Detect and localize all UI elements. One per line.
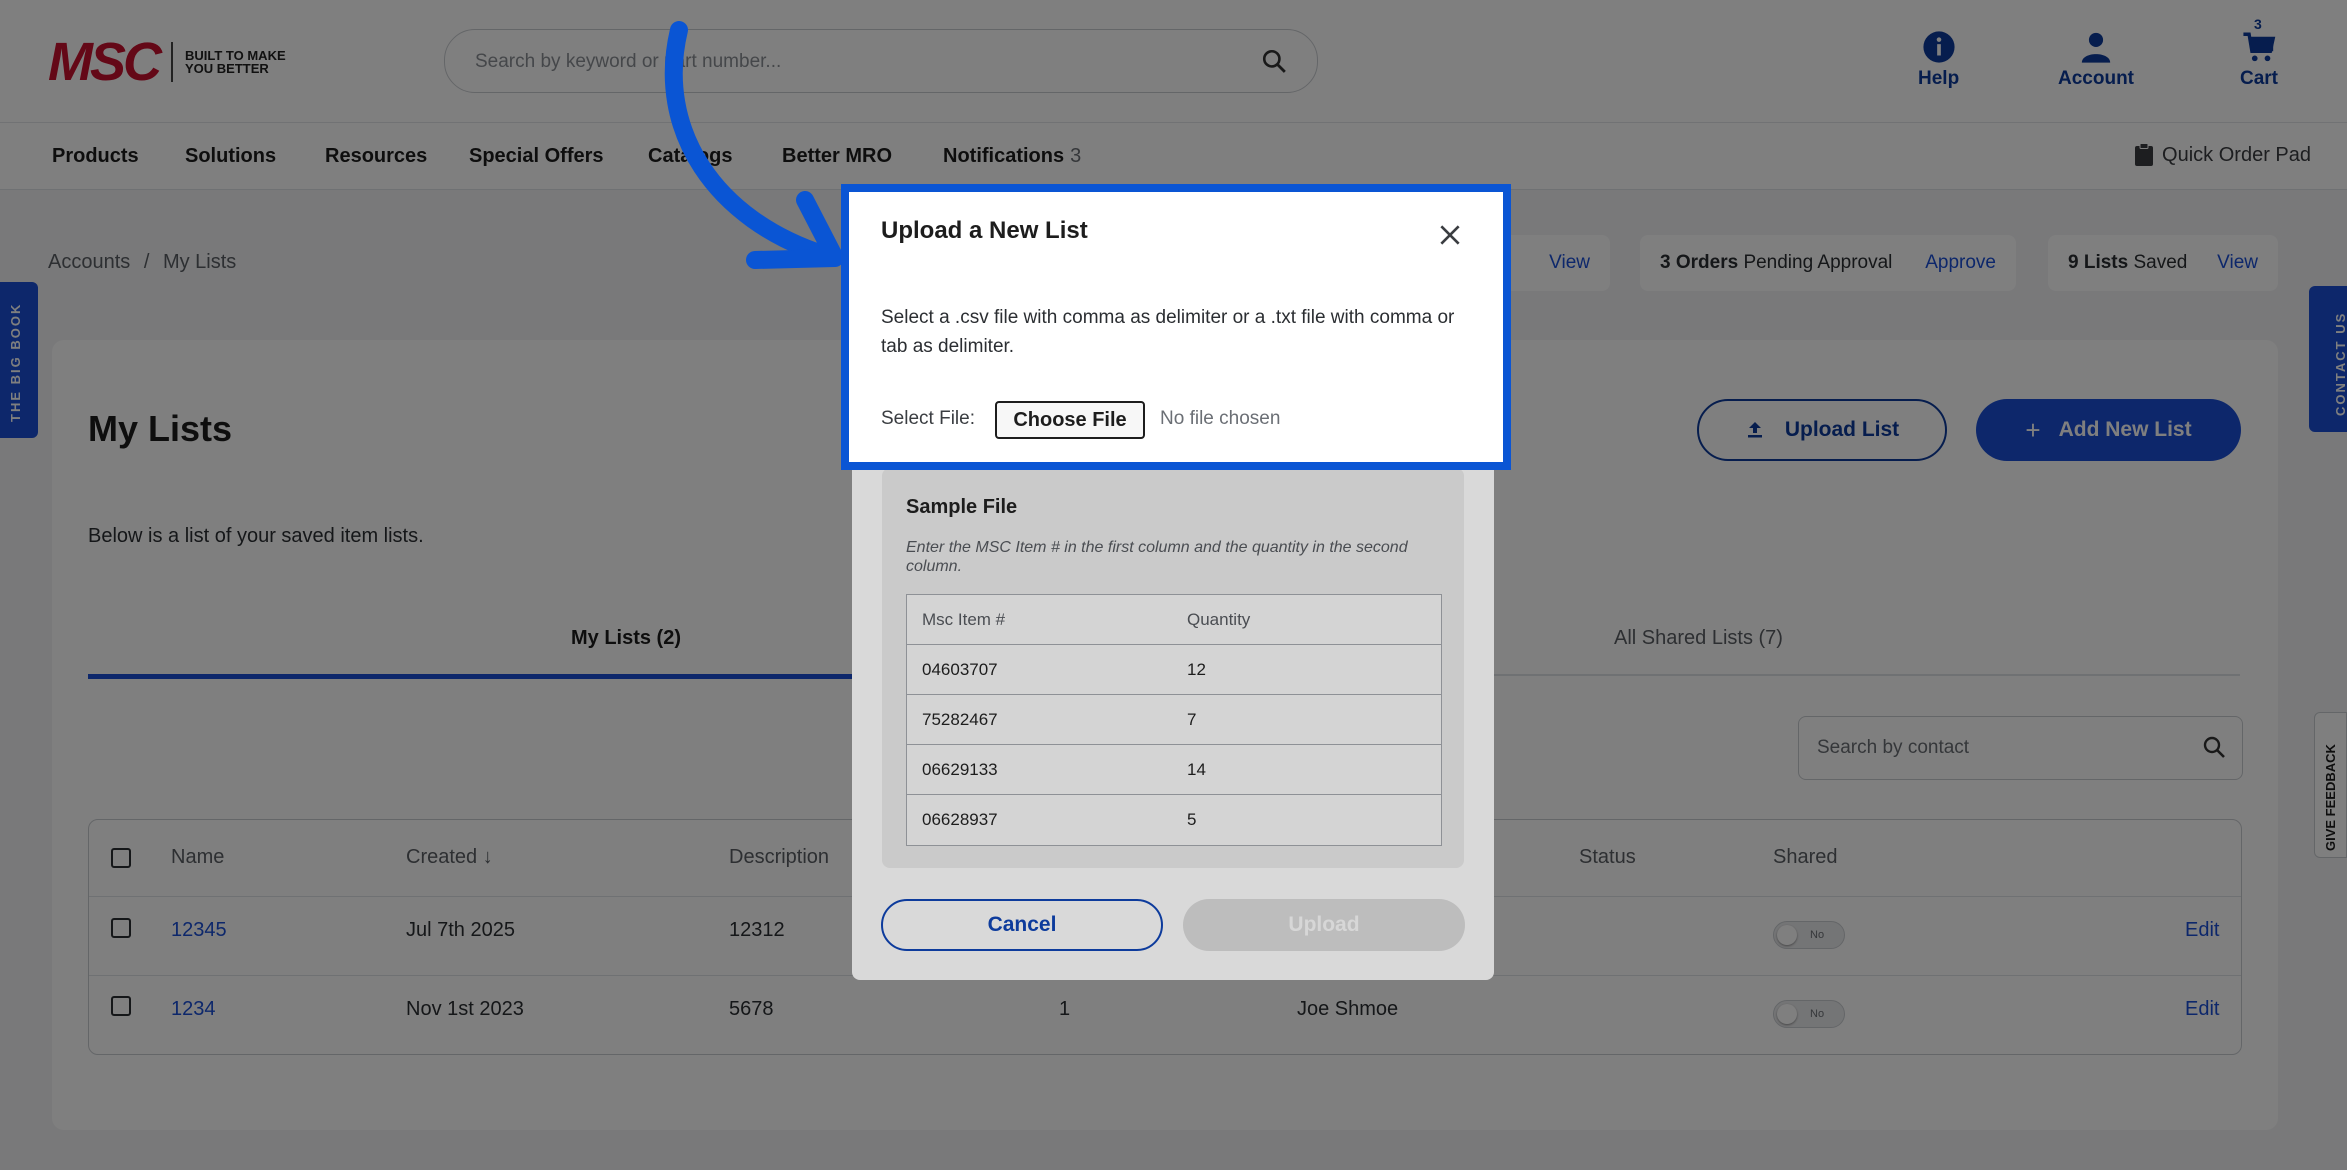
sample-item: 06628937 xyxy=(922,810,998,829)
sample-row: 06629133 14 xyxy=(907,745,1441,795)
sample-header-item: Msc Item # xyxy=(922,610,1006,629)
upload-button[interactable]: Upload xyxy=(1183,899,1465,951)
sample-file-note: Enter the MSC Item # in the first column… xyxy=(906,539,1408,575)
sample-item: 75282467 xyxy=(922,710,998,729)
select-file-label: Select File: xyxy=(881,408,975,429)
sample-row: 04603707 12 xyxy=(907,645,1441,695)
sample-qty: 14 xyxy=(1187,760,1206,779)
cancel-button[interactable]: Cancel xyxy=(881,899,1163,951)
close-icon[interactable] xyxy=(1437,222,1463,248)
no-file-chosen-text: No file chosen xyxy=(1160,408,1281,429)
sample-file-title: Sample File xyxy=(906,496,1018,518)
modal-description: Select a .csv file with comma as delimit… xyxy=(881,307,1455,357)
sample-table: Msc Item # Quantity 04603707 12 75282467… xyxy=(906,594,1442,846)
sample-qty: 7 xyxy=(1187,710,1197,729)
sample-item: 04603707 xyxy=(922,660,998,679)
modal-title: Upload a New List xyxy=(881,217,1088,244)
sample-qty: 5 xyxy=(1187,810,1197,829)
choose-file-button[interactable]: Choose File xyxy=(995,401,1145,439)
sample-row: 75282467 7 xyxy=(907,695,1441,745)
sample-header-qty: Quantity xyxy=(1187,610,1251,629)
annotation-arrow-icon xyxy=(664,21,844,269)
sample-header-row: Msc Item # Quantity xyxy=(907,595,1441,645)
sample-item: 06629133 xyxy=(922,760,998,779)
sample-row: 06628937 5 xyxy=(907,795,1441,845)
sample-qty: 12 xyxy=(1187,660,1206,679)
